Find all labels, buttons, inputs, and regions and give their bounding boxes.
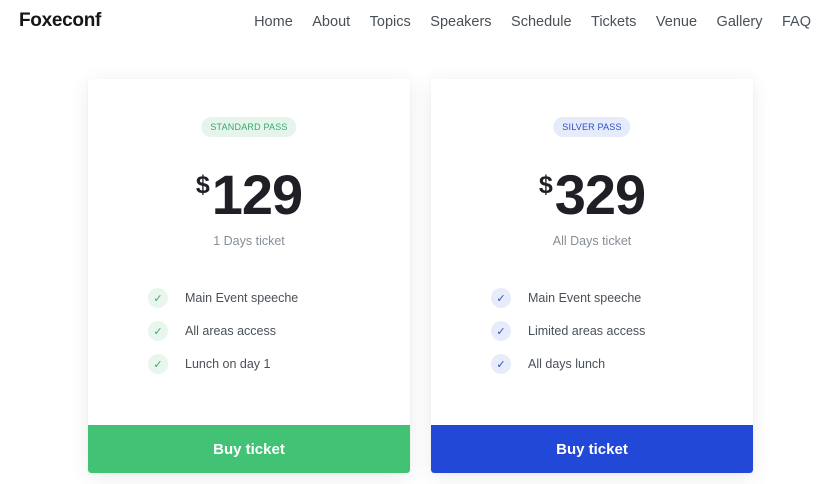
feature-label: All areas access <box>185 324 277 338</box>
nav-speakers[interactable]: Speakers <box>430 14 491 30</box>
price-amount: 329 <box>554 163 646 226</box>
buy-ticket-button[interactable]: Buy ticket <box>431 425 753 473</box>
feature-label: All days lunch <box>528 357 606 371</box>
feature-item: ✓ Main Event speeche <box>148 288 298 308</box>
nav-topics[interactable]: Topics <box>370 14 411 30</box>
check-icon: ✓ <box>491 288 511 308</box>
main-nav: Home About Topics Speakers Schedule Tick… <box>254 14 811 30</box>
feature-item: ✓ Main Event speeche <box>491 288 645 308</box>
currency-symbol: $ <box>195 171 210 199</box>
feature-label: Lunch on day 1 <box>185 357 271 371</box>
nav-schedule[interactable]: Schedule <box>511 14 571 30</box>
feature-label: Limited areas access <box>528 324 646 338</box>
site-logo[interactable]: Foxeconf <box>19 10 101 32</box>
ticket-badge: SILVER PASS <box>553 117 631 137</box>
ticket-duration: 1 Days ticket <box>213 234 285 248</box>
ticket-price: $129 <box>88 163 410 227</box>
check-icon: ✓ <box>148 354 168 374</box>
ticket-duration: All Days ticket <box>552 234 632 248</box>
feature-label: Main Event speeche <box>185 291 299 305</box>
nav-venue[interactable]: Venue <box>656 14 697 30</box>
feature-list: ✓ Main Event speeche ✓ Limited areas acc… <box>491 288 645 387</box>
nav-about[interactable]: About <box>312 14 350 30</box>
ticket-badge: STANDARD PASS <box>201 117 297 137</box>
feature-item: ✓ Lunch on day 1 <box>148 354 298 374</box>
feature-item: ✓ All days lunch <box>491 354 645 374</box>
nav-faq[interactable]: FAQ <box>782 14 811 30</box>
nav-tickets[interactable]: Tickets <box>591 14 636 30</box>
ticket-price: $329 <box>431 163 753 227</box>
check-icon: ✓ <box>148 321 168 341</box>
check-icon: ✓ <box>148 288 168 308</box>
nav-gallery[interactable]: Gallery <box>717 14 763 30</box>
check-icon: ✓ <box>491 354 511 374</box>
feature-item: ✓ Limited areas access <box>491 321 645 341</box>
ticket-card-standard: STANDARD PASS $129 1 Days ticket ✓ Main … <box>88 79 410 473</box>
site-header: Foxeconf Home About Topics Speakers Sche… <box>0 0 836 46</box>
feature-list: ✓ Main Event speeche ✓ All areas access … <box>148 288 298 387</box>
buy-ticket-button[interactable]: Buy ticket <box>88 425 410 473</box>
currency-symbol: $ <box>538 171 553 199</box>
feature-label: Main Event speeche <box>528 291 642 305</box>
feature-item: ✓ All areas access <box>148 321 298 341</box>
check-icon: ✓ <box>491 321 511 341</box>
price-amount: 129 <box>211 163 303 226</box>
nav-home[interactable]: Home <box>254 14 293 30</box>
ticket-card-silver: SILVER PASS $329 All Days ticket ✓ Main … <box>431 79 753 473</box>
